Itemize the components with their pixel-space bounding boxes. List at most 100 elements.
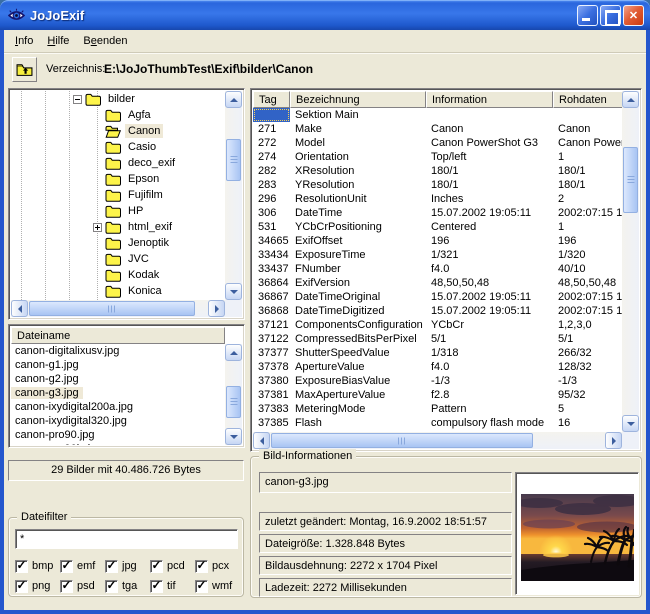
checkbox-checked-icon[interactable]: ✓ [150,580,163,593]
filetype-checkbox[interactable]: ✓ pcd [150,556,195,576]
filetype-checkbox[interactable]: ✓ jpg [105,556,150,576]
exif-row[interactable]: 274 Orientation Top/left 1 [253,150,622,164]
filter-pattern-input[interactable] [15,529,238,549]
filetype-checkbox[interactable]: ✓ png [15,576,60,596]
file-list[interactable]: canon-digitalixusv.jpg canon-g1.jpg cano… [11,344,225,445]
exif-row[interactable]: 37377 ShutterSpeedValue 1/318 266/32 [253,346,622,360]
filetype-checkbox[interactable]: ✓ bmp [15,556,60,576]
tree-item[interactable]: Epson [11,171,225,187]
exif-row[interactable]: 36867 DateTimeOriginal 15.07.2002 19:05:… [253,290,622,304]
exif-row[interactable]: 271 Make Canon Canon [253,122,622,136]
scroll-up-icon[interactable] [225,91,242,108]
scroll-down-icon[interactable] [622,415,639,432]
column-header-rohdaten[interactable]: Rohdaten [553,91,624,108]
scroll-thumb[interactable] [226,386,241,418]
expander-icon[interactable] [73,95,82,104]
file-item[interactable]: canon-g2.jpg [11,372,225,386]
table-vertical-scrollbar[interactable] [622,91,639,432]
exif-row[interactable]: 531 YCbCrPositioning Centered 1 [253,220,622,234]
exif-row[interactable]: Sektion Main [253,108,622,122]
tree-vertical-scrollbar[interactable] [225,91,242,300]
checkbox-checked-icon[interactable]: ✓ [60,580,73,593]
scroll-down-icon[interactable] [225,283,242,300]
tree-item[interactable]: Casio [11,139,225,155]
filetype-checkbox[interactable]: ✓ psd [60,576,105,596]
scroll-thumb[interactable] [271,433,533,448]
expander-icon[interactable] [93,223,102,232]
column-header-bezeichnung[interactable]: Bezeichnung [290,91,426,108]
tree-item[interactable]: HP [11,203,225,219]
filetype-checkbox[interactable]: ✓ tga [105,576,150,596]
exif-row[interactable]: 296 ResolutionUnit Inches 2 [253,192,622,206]
tree-item[interactable]: Jenoptik [11,235,225,251]
file-item[interactable]: canon-pro90.jpg [11,428,225,442]
scroll-left-icon[interactable] [11,300,28,317]
scroll-down-icon[interactable] [225,428,242,445]
scroll-up-icon[interactable] [225,344,242,361]
table-horizontal-scrollbar[interactable] [253,432,622,449]
exif-row[interactable]: 283 YResolution 180/1 180/1 [253,178,622,192]
filetype-checkbox[interactable]: ✓ wmf [195,576,240,596]
scroll-right-icon[interactable] [208,300,225,317]
exif-row[interactable]: 36864 ExifVersion 48,50,50,48 48,50,50,4… [253,276,622,290]
filetype-checkbox[interactable]: ✓ tif [150,576,195,596]
exif-row[interactable]: 36868 DateTimeDigitized 15.07.2002 19:05… [253,304,622,318]
checkbox-checked-icon[interactable]: ✓ [195,580,208,593]
exif-row[interactable]: 37378 ApertureValue f4.0 128/32 [253,360,622,374]
file-item[interactable]: canon-g1.jpg [11,358,225,372]
titlebar[interactable]: JoJoExif ✕ [0,0,650,30]
scroll-up-icon[interactable] [622,91,639,108]
tree-horizontal-scrollbar[interactable] [11,300,225,317]
tree-item[interactable]: Konica [11,283,225,299]
scroll-thumb[interactable] [226,139,241,181]
checkbox-checked-icon[interactable]: ✓ [105,580,118,593]
scroll-thumb[interactable] [29,301,195,316]
tree-item[interactable]: Canon [11,123,225,139]
file-item[interactable]: canon-pro90is.jpg [11,442,225,445]
tree-item[interactable]: JVC [11,251,225,267]
close-icon[interactable]: ✕ [623,5,644,26]
filetype-checkbox[interactable]: ✓ emf [60,556,105,576]
scroll-thumb[interactable] [623,147,638,213]
checkbox-checked-icon[interactable]: ✓ [15,560,28,573]
file-item[interactable]: canon-ixydigital200a.jpg [11,400,225,414]
exif-row[interactable]: 33437 FNumber f4.0 40/10 [253,262,622,276]
scroll-right-icon[interactable] [605,432,622,449]
exif-row[interactable]: 37380 ExposureBiasValue -1/3 -1/3 [253,374,622,388]
exif-row[interactable]: 272 Model Canon PowerShot G3 Canon Power… [253,136,622,150]
exif-row[interactable]: 37121 ComponentsConfiguration YCbCr 1,2,… [253,318,622,332]
checkbox-checked-icon[interactable]: ✓ [15,580,28,593]
exif-row[interactable]: 37383 MeteringMode Pattern 5 [253,402,622,416]
file-item[interactable]: canon-digitalixusv.jpg [11,344,225,358]
scroll-left-icon[interactable] [253,432,270,449]
tree-item[interactable]: html_exif [11,219,225,235]
checkbox-checked-icon[interactable]: ✓ [60,560,73,573]
exif-row[interactable]: 33434 ExposureTime 1/321 1/320 [253,248,622,262]
exif-row[interactable]: 37122 CompressedBitsPerPixel 5/1 5/1 [253,332,622,346]
file-item[interactable]: canon-ixydigital320.jpg [11,414,225,428]
folder-tree[interactable]: bilder Agfa [11,91,225,300]
tree-item[interactable]: Kodak [11,267,225,283]
tree-item[interactable]: Agfa [11,107,225,123]
exif-row[interactable]: 306 DateTime 15.07.2002 19:05:11 2002:07… [253,206,622,220]
file-item[interactable]: canon-g3.jpg [11,386,225,400]
exif-row[interactable]: 282 XResolution 180/1 180/1 [253,164,622,178]
file-vertical-scrollbar[interactable] [225,344,242,445]
exif-row[interactable]: 37381 MaxApertureValue f2.8 95/32 [253,388,622,402]
column-header-information[interactable]: Information [426,91,553,108]
file-list-header[interactable]: Dateiname [11,327,225,344]
tree-item[interactable]: Fujifilm [11,187,225,203]
checkbox-checked-icon[interactable]: ✓ [150,560,163,573]
minimize-icon[interactable] [577,5,598,26]
exif-table-body[interactable]: Sektion Main 271 Make Canon Canon 272 Mo [253,108,622,432]
checkbox-checked-icon[interactable]: ✓ [195,560,208,573]
exif-row[interactable]: 34665 ExifOffset 196 196 [253,234,622,248]
maximize-icon[interactable] [600,5,621,26]
folder-up-icon[interactable] [12,57,37,82]
tree-item[interactable]: deco_exif [11,155,225,171]
menu-item[interactable]: Hilfe [40,32,76,50]
menu-item[interactable]: Info [8,32,40,50]
menu-item[interactable]: Beenden [76,32,134,50]
checkbox-checked-icon[interactable]: ✓ [105,560,118,573]
tree-item[interactable]: bilder [11,91,225,107]
